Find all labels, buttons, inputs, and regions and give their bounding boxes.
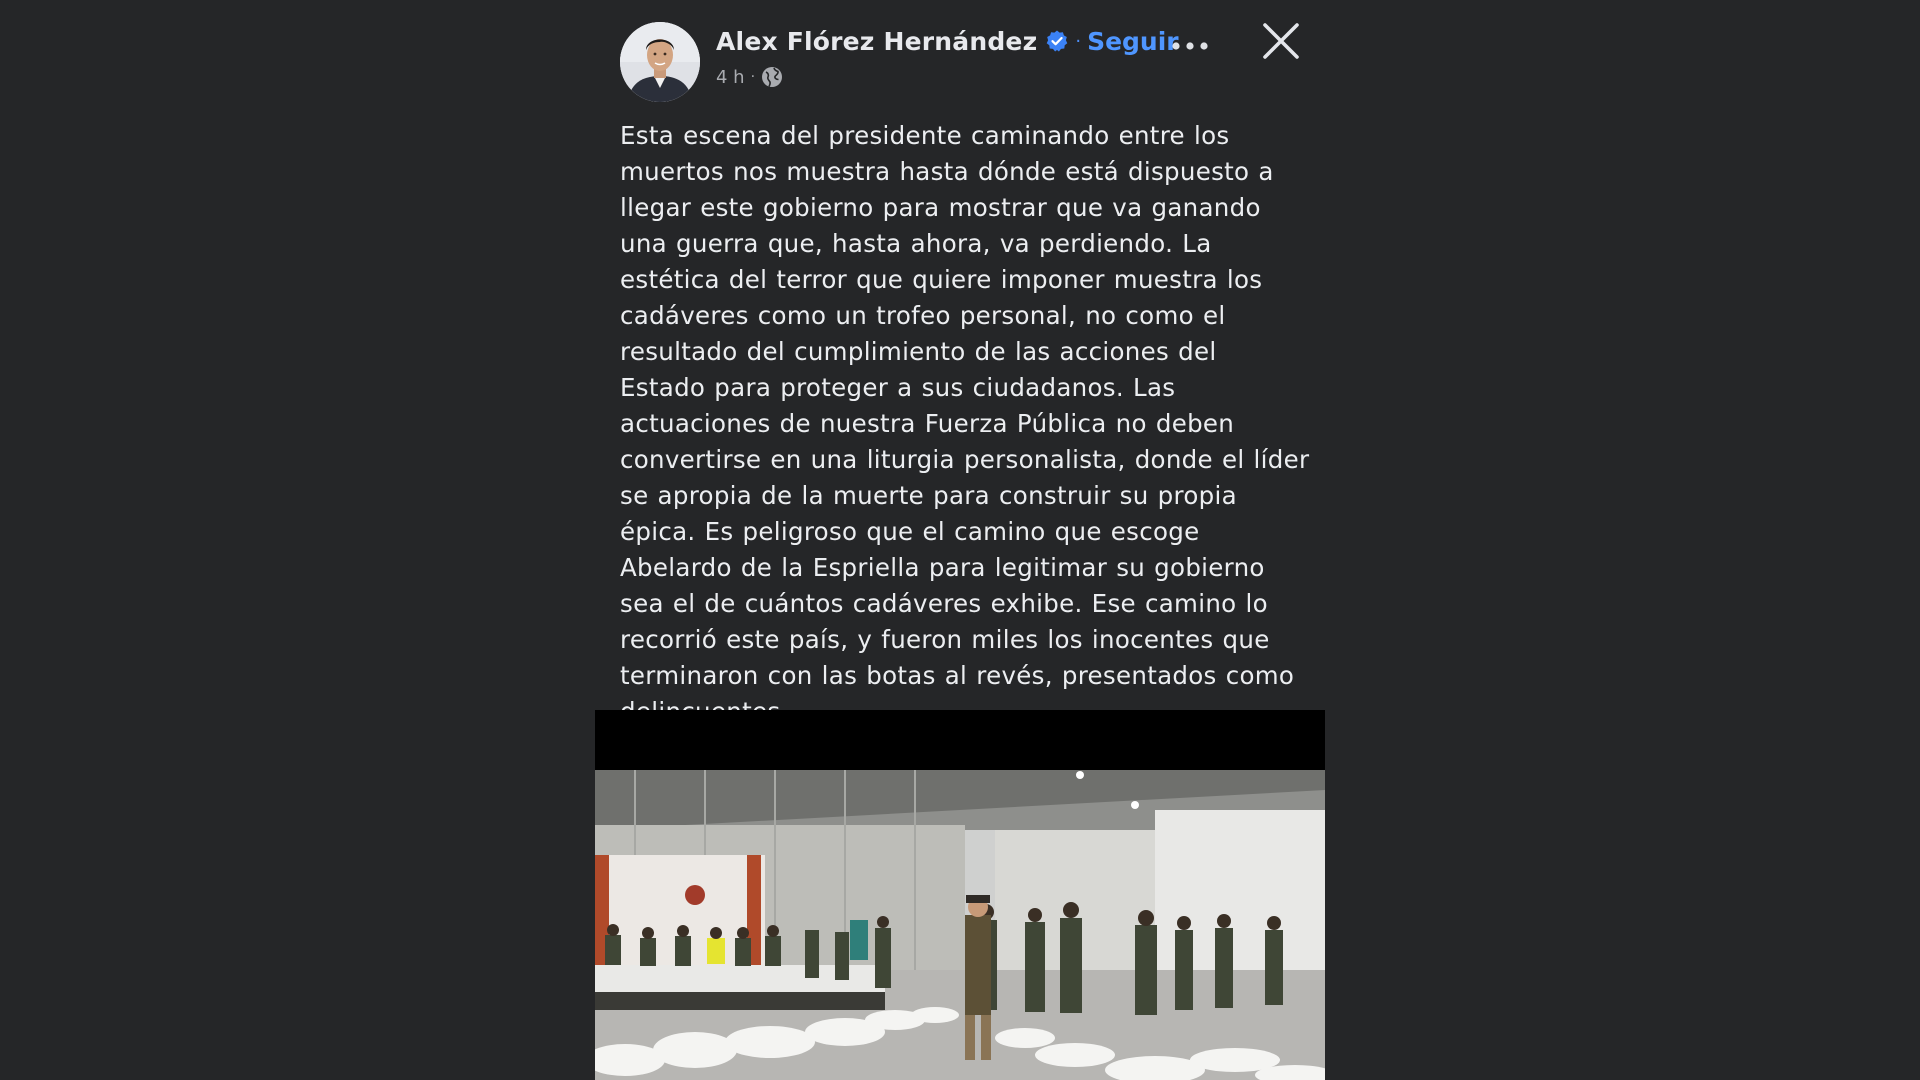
globe-icon: [761, 66, 783, 88]
post-header: Alex Flórez Hernández · Seguir 4 h ·: [620, 20, 1310, 102]
post-meta: 4 h ·: [716, 66, 783, 88]
verified-badge-icon: [1045, 29, 1069, 53]
more-options-icon[interactable]: [1168, 34, 1212, 58]
author-name[interactable]: Alex Flórez Hernández: [716, 27, 1037, 56]
close-icon[interactable]: [1260, 20, 1302, 62]
author-row: Alex Flórez Hernández · Seguir: [716, 24, 1179, 58]
follow-button[interactable]: Seguir: [1087, 27, 1179, 56]
avatar-photo: [620, 22, 700, 102]
avatar[interactable]: [620, 22, 700, 102]
post-photo: [595, 770, 1325, 1080]
post-text: Esta escena del presidente caminando ent…: [620, 121, 1310, 726]
separator-dot: ·: [1075, 30, 1082, 52]
post-viewer: Alex Flórez Hernández · Seguir 4 h · Est…: [594, 0, 1326, 1080]
timestamp[interactable]: 4 h: [716, 67, 745, 88]
post-media[interactable]: [595, 710, 1325, 1080]
meta-separator: ·: [750, 69, 756, 85]
